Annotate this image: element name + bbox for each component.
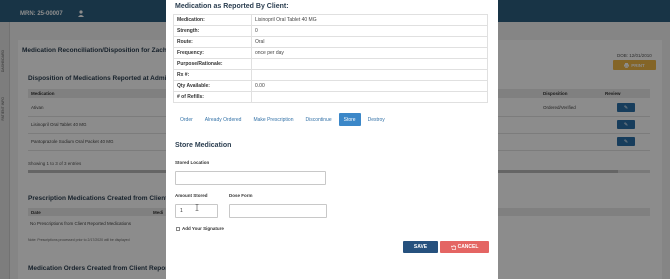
cancel-label: CANCEL	[457, 244, 479, 250]
tab-order[interactable]: Order	[175, 113, 198, 126]
info-row: Rx #:	[173, 69, 488, 81]
tab-discontinue[interactable]: Discontinue	[300, 113, 336, 126]
info-value: once per day	[251, 47, 488, 59]
info-value: 0	[251, 25, 488, 37]
cancel-button[interactable]: CANCEL	[440, 241, 489, 253]
dose-form-label: Dose Form	[229, 193, 253, 198]
action-tabs: Order Already Ordered Make Prescription …	[175, 113, 392, 126]
stored-location-input[interactable]	[175, 171, 326, 185]
text-cursor-icon	[195, 204, 199, 211]
save-button[interactable]: SAVE	[403, 241, 438, 253]
amount-stored-label: Amount Stored	[175, 193, 208, 198]
dose-form-input[interactable]	[229, 204, 327, 218]
info-label: Qty Available:	[173, 80, 252, 92]
info-label: Rx #:	[173, 69, 252, 81]
info-label: Strength:	[173, 25, 252, 37]
tab-already-ordered[interactable]: Already Ordered	[200, 113, 247, 126]
tab-destroy[interactable]: Destroy	[363, 113, 390, 126]
info-value	[251, 69, 488, 81]
medication-info-table: Medication: Lisinopril Oral Tablet 40 MG …	[173, 14, 488, 103]
info-row: Purpose/Rationale:	[173, 58, 488, 70]
info-value	[251, 58, 488, 70]
medication-modal: Medication as Reported By Client: Medica…	[166, 0, 498, 279]
info-row: Qty Available: 0.00	[173, 80, 488, 92]
signature-row: Add Your Signature	[176, 226, 224, 231]
info-label: Purpose/Rationale:	[173, 58, 252, 70]
store-section-title: Store Medication	[175, 142, 232, 149]
info-row: Strength: 0	[173, 25, 488, 37]
info-row: Route: Oral	[173, 36, 488, 48]
info-value: Oral	[251, 36, 488, 48]
modal-title: Medication as Reported By Client:	[175, 3, 289, 10]
info-label: Route:	[173, 36, 252, 48]
stored-location-label: Stored Location	[175, 160, 210, 165]
amount-stored-value: 1	[180, 208, 183, 214]
info-row: Frequency: once per day	[173, 47, 488, 59]
signature-label[interactable]: Add Your Signature	[182, 226, 224, 231]
tab-store[interactable]: Store	[338, 113, 361, 126]
tab-make-prescription[interactable]: Make Prescription	[248, 113, 298, 126]
info-row: # of Refills:	[173, 91, 488, 103]
info-value	[251, 91, 488, 103]
info-value: Lisinopril Oral Tablet 40 MG	[251, 14, 488, 26]
signature-checkbox[interactable]	[176, 226, 180, 231]
info-label: Medication:	[173, 14, 252, 26]
undo-icon	[450, 245, 456, 250]
info-label: # of Refills:	[173, 91, 252, 103]
info-label: Frequency:	[173, 47, 252, 59]
info-row: Medication: Lisinopril Oral Tablet 40 MG	[173, 14, 488, 26]
info-value: 0.00	[251, 80, 488, 92]
